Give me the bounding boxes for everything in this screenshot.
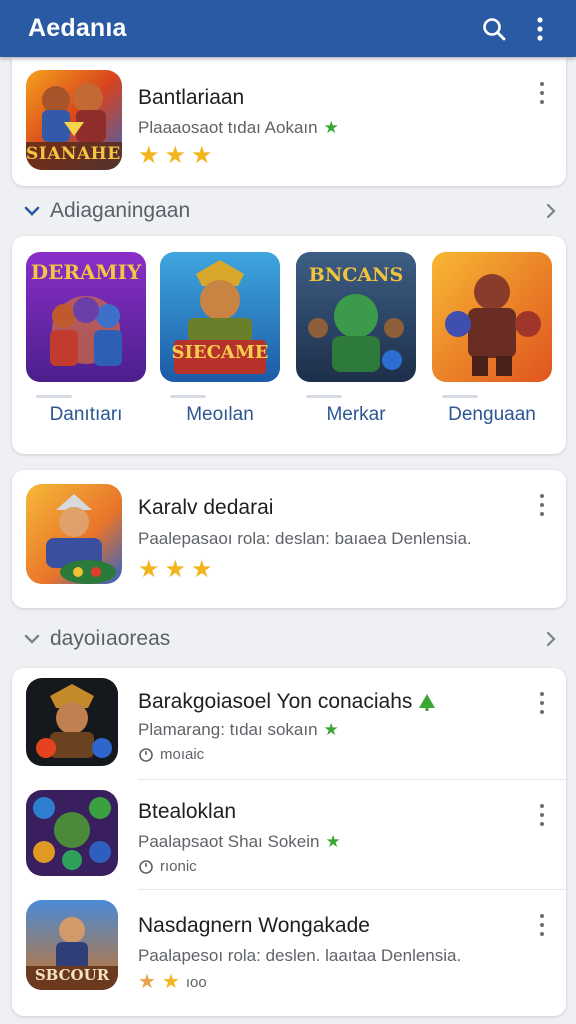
list-item-subtitle-row: Plamarang: tıdaı sokaın ★	[138, 720, 339, 740]
app-icon[interactable]: SBCOUR	[26, 900, 118, 990]
clock-icon	[139, 859, 153, 874]
tile-label: Danıtıarı	[49, 404, 123, 425]
list-item-title: Nasdagnern Wongakade	[138, 914, 370, 937]
featured-subtitle: Plaaaosaot tıdaı Aokaın	[138, 118, 318, 137]
carousel-card: DERAMIY Danıtıarı SIECAME Meoılan BNCANS…	[12, 236, 566, 454]
app-icon-featured-text: SIANAHES	[26, 144, 122, 164]
carousel-tile[interactable]: DERAMIY Danıtıarı	[26, 252, 146, 426]
list-item-meta: rıonic	[160, 858, 197, 875]
featured-title: Bantlariaan	[138, 86, 245, 109]
section-header[interactable]: Adiaganingaan	[24, 196, 556, 226]
list-item-subtitle: Paalapesoı rola: deslen. laaıtaa Denlens…	[138, 946, 462, 965]
app-list-card: Barakgoiasoel Yon conaciahs Plamarang: t…	[12, 668, 566, 1016]
star-icon: ★	[164, 556, 187, 583]
star-icon: ★	[138, 142, 160, 169]
app-icon-text: SBCOUR	[34, 966, 110, 984]
list-item-subtitle-row: Paalapsaot Shaı Sokein ★	[138, 832, 341, 852]
rating-stars: ★ ★ ★	[138, 144, 213, 168]
game-thumbnail[interactable]	[432, 252, 552, 382]
more-vert-icon[interactable]	[532, 492, 552, 518]
star-icon: ★	[138, 971, 156, 993]
game-thumbnail[interactable]: SIECAME	[160, 252, 280, 382]
more-vert-icon[interactable]	[532, 80, 552, 106]
more-vert-icon[interactable]	[522, 11, 558, 47]
chevron-right-icon[interactable]	[546, 203, 556, 219]
app-icon[interactable]	[26, 484, 122, 584]
star-icon: ★	[138, 556, 160, 583]
green-star-icon: ★	[323, 720, 339, 739]
star-icon: ★	[161, 971, 180, 993]
carousel-tile[interactable]: BNCANS Merkar	[296, 252, 416, 426]
more-vert-icon[interactable]	[532, 802, 552, 828]
list-item[interactable]: Barakgoiasoel Yon conaciahs Plamarang: t…	[12, 668, 566, 780]
rating-stars: ★ ★ ★	[138, 558, 213, 582]
app-title: Aedanıa	[28, 14, 127, 42]
app-bar: Aedanıa	[0, 0, 576, 57]
clock-icon	[139, 747, 153, 762]
tile-label: Meoılan	[186, 404, 254, 425]
list-item[interactable]: Btealoklan Paalapsaot Shaı Sokein ★ rıon…	[12, 780, 566, 890]
star-icon: ★	[191, 556, 213, 583]
more-vert-icon[interactable]	[532, 690, 552, 716]
game-thumbnail[interactable]: DERAMIY	[26, 252, 146, 382]
app-subtitle: Paaleраsaoı rola: deslan: baıaea Denlens…	[138, 529, 472, 548]
list-item-meta-row: moıaic	[138, 746, 204, 763]
app-title: Karalv dedarai	[138, 496, 274, 519]
tile-label: Denguaan	[448, 404, 536, 425]
list-item-title-row: Barakgoiasoel Yon conaciahs	[138, 690, 436, 714]
green-star-icon: ★	[325, 832, 341, 851]
featured-card[interactable]: SIANAHES Bantlariaan Plaaaosaot tıdaı Ao…	[12, 58, 566, 186]
star-icon: ★	[164, 142, 187, 169]
app-icon[interactable]	[26, 678, 118, 766]
app-card[interactable]: Karalv dedarai Paaleраsaoı rola: deslan:…	[12, 470, 566, 608]
carousel-tile[interactable]: Denguaan	[432, 252, 552, 426]
chevron-right-icon[interactable]	[546, 631, 556, 647]
list-item-meta: moıaic	[160, 746, 205, 763]
list-item-subtitle: Plamarang: tıdaı sokaın	[138, 720, 318, 739]
section-title: Adiaganingaan	[50, 199, 191, 222]
tree-icon	[419, 694, 436, 711]
section-title: dayoiıaoreas	[50, 627, 171, 650]
list-item-title: Barakgoiasoel Yon conaciahs	[138, 690, 413, 713]
list-item-meta-row: ★ ★ ıoo	[138, 972, 207, 992]
thumbnail-text: DERAMIY	[30, 260, 142, 284]
game-thumbnail[interactable]: BNCANS	[296, 252, 416, 382]
list-item-meta: ıoo	[185, 973, 207, 991]
featured-subtitle-row: Plaaaosaot tıdaı Aokaın ★	[138, 118, 339, 138]
app-icon-featured[interactable]: SIANAHES	[26, 70, 122, 170]
more-vert-icon[interactable]	[532, 912, 552, 938]
tile-label: Merkar	[326, 404, 386, 425]
search-icon[interactable]	[476, 11, 512, 47]
star-icon: ★	[191, 142, 213, 169]
chevron-down-icon	[24, 206, 40, 216]
list-item[interactable]: SBCOUR Nasdagnern Wongakade Paalapesoı r…	[12, 890, 566, 1008]
list-item-meta-row: rıonic	[138, 858, 197, 875]
chevron-down-icon	[24, 634, 40, 644]
thumbnail-text: BNCANS	[308, 264, 404, 286]
list-item-subtitle: Paalapsaot Shaı Sokein	[138, 832, 320, 851]
list-item-title: Btealoklan	[138, 800, 237, 823]
green-star-icon: ★	[323, 118, 339, 137]
thumbnail-text: SIECAME	[171, 342, 269, 363]
carousel-tile[interactable]: SIECAME Meoılan	[160, 252, 280, 426]
section-header[interactable]: dayoiıaoreas	[24, 624, 556, 654]
app-icon[interactable]	[26, 790, 118, 876]
